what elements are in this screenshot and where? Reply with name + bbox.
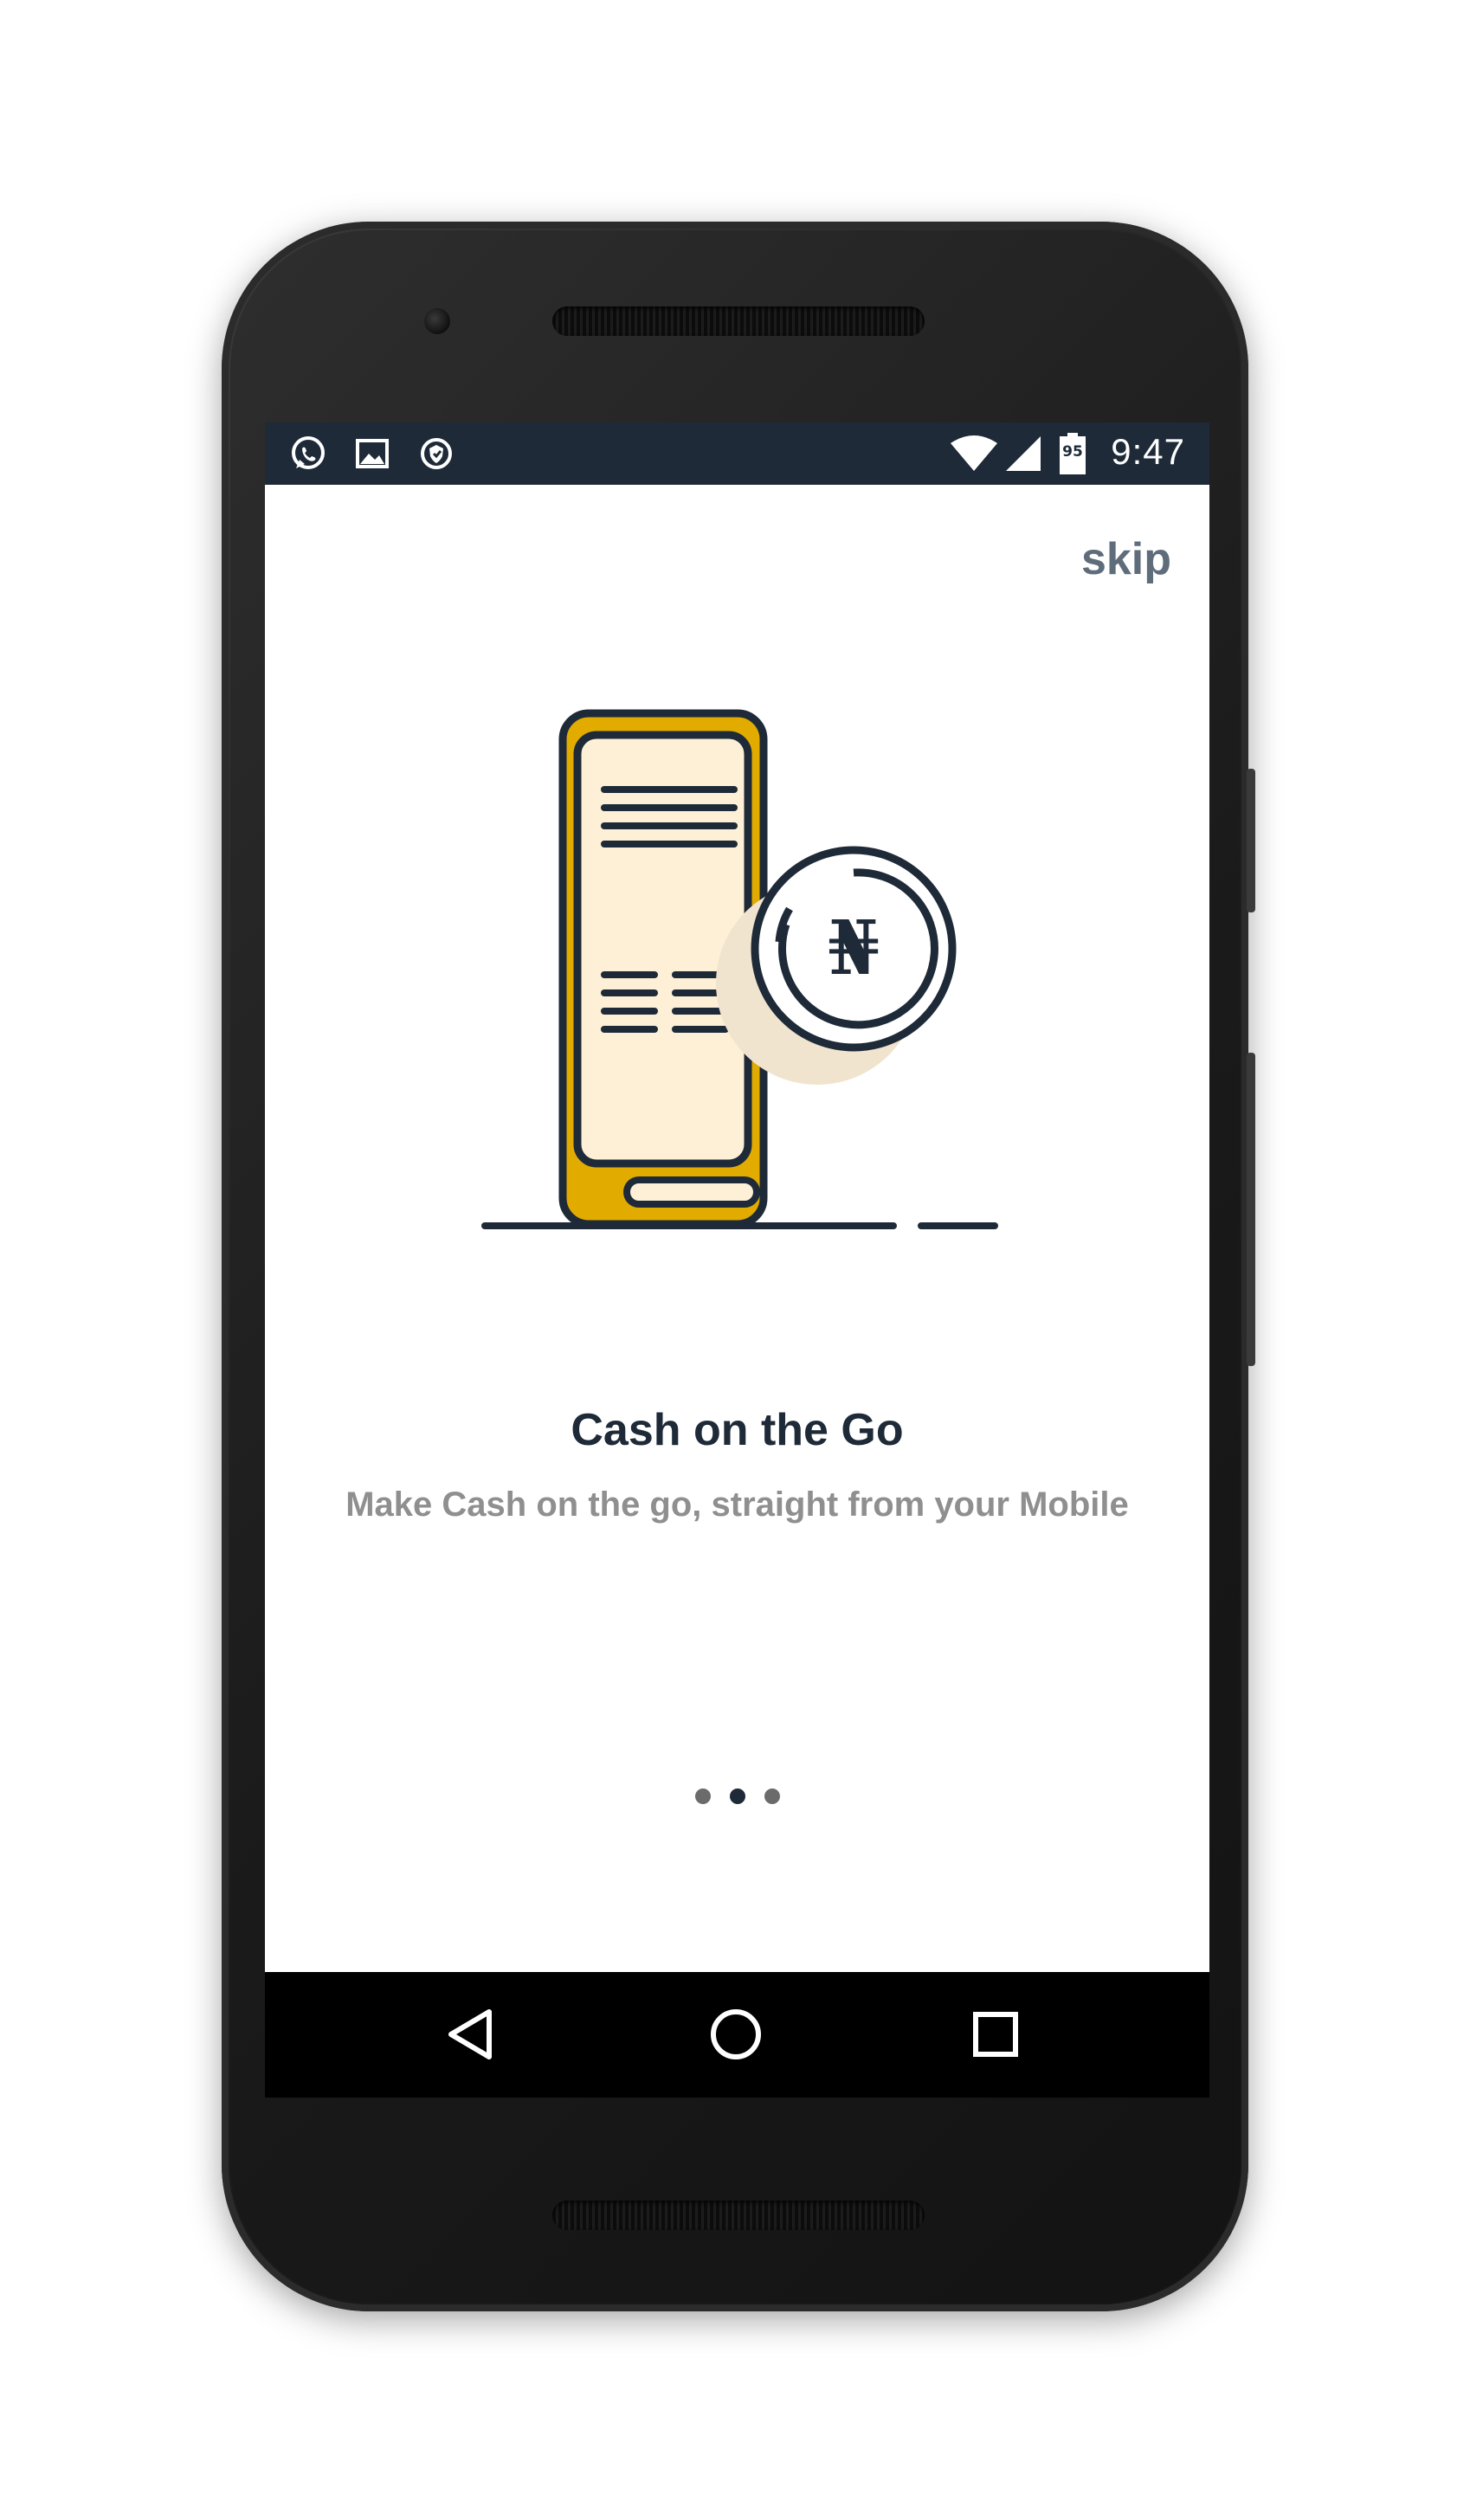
screen: 95 9:47 skip ₦ Cash on the Go Make Cash … (265, 422, 1209, 2098)
bottom-speaker (552, 2201, 925, 2230)
recents-icon[interactable] (964, 2003, 1027, 2066)
status-bar: 95 9:47 (265, 422, 1209, 485)
navigation-bar (265, 1972, 1209, 2098)
power-button[interactable] (1247, 769, 1255, 912)
slide-title: Cash on the Go (571, 1405, 904, 1455)
status-time: 9:47 (1111, 431, 1185, 472)
gallery-icon (356, 439, 389, 468)
skip-button[interactable]: skip (1081, 533, 1171, 585)
slide-subtitle: Make Cash on the go, straight from your … (345, 1486, 1129, 1524)
battery-icon: 95 (1058, 433, 1087, 474)
cash-phone-illustration: ₦ (481, 709, 998, 1229)
page-dot-1[interactable] (694, 1788, 711, 1804)
signal-icon (1006, 436, 1041, 471)
top-speaker (552, 306, 925, 336)
page-dot-3[interactable] (764, 1788, 780, 1804)
back-icon[interactable] (441, 2003, 503, 2066)
shield-icon (421, 438, 452, 469)
page-indicator (265, 1788, 1209, 1804)
whatsapp-icon (292, 436, 325, 469)
wifi-icon (951, 435, 997, 471)
volume-button[interactable] (1247, 1053, 1255, 1366)
naira-symbol: ₦ (828, 905, 880, 992)
front-camera (424, 308, 450, 334)
page-dot-2-active[interactable] (729, 1788, 745, 1804)
home-icon[interactable] (705, 2003, 767, 2066)
battery-level: 95 (1062, 443, 1083, 461)
